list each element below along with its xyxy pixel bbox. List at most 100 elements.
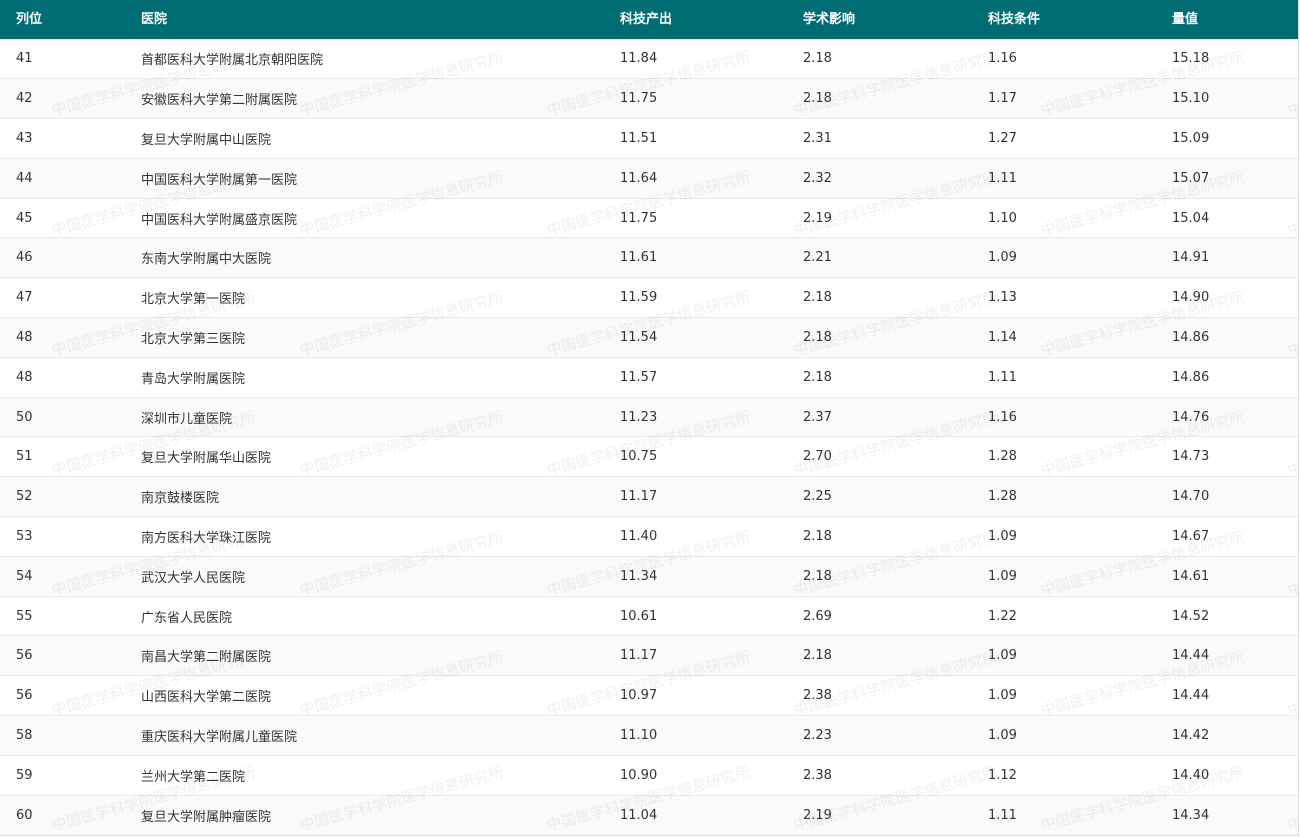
column-header-influence: 学术影响 — [803, 11, 856, 27]
score-cell: 14.86 — [1172, 317, 1298, 358]
sci-conditions-cell: 1.11 — [988, 356, 1172, 398]
academic-influence-cell: 2.69 — [803, 595, 988, 636]
academic-influence-cell: 2.23 — [803, 715, 988, 756]
academic-influence-cell: 2.38 — [803, 675, 988, 716]
table-row: 53 南方医科大学珠江医院 11.40 2.18 1.09 14.67 — [0, 516, 1298, 557]
sci-output-cell: 11.84 — [620, 38, 803, 79]
sci-output-cell: 11.23 — [620, 396, 803, 437]
table-row: 54 武汉大学人民医院 11.34 2.18 1.09 14.61 — [0, 555, 1298, 597]
rank-cell: 58 — [0, 715, 141, 756]
academic-influence-cell: 2.18 — [803, 277, 988, 318]
score-cell: 14.40 — [1172, 754, 1298, 796]
academic-influence-cell: 2.38 — [803, 754, 988, 796]
score-cell: 14.76 — [1172, 396, 1298, 437]
sci-conditions-cell: 1.16 — [988, 38, 1172, 79]
rank-cell: 48 — [0, 356, 141, 398]
column-header-rank: 列位 — [16, 11, 43, 27]
hospital-name-cell: 兰州大学第二医院 — [141, 754, 620, 796]
sci-output-cell: 10.75 — [620, 436, 803, 477]
academic-influence-cell: 2.18 — [803, 555, 988, 597]
sci-conditions-cell: 1.22 — [988, 595, 1172, 636]
sci-conditions-cell: 1.13 — [988, 277, 1172, 318]
sci-output-cell: 11.64 — [620, 157, 803, 199]
sci-output-cell: 11.17 — [620, 476, 803, 517]
table-row: 59 兰州大学第二医院 10.90 2.38 1.12 14.40 — [0, 754, 1298, 796]
sci-output-cell: 11.75 — [620, 197, 803, 238]
table-row: 45 中国医科大学附属盛京医院 11.75 2.19 1.10 15.04 — [0, 197, 1298, 238]
rank-cell: 42 — [0, 78, 141, 119]
ranking-table-container: 列位 医院 科技产出 学术影响 科技条件 量值 41 首都医科大学附属北京朝阳医院 11.84… — [0, 0, 1299, 836]
sci-conditions-cell: 1.11 — [988, 157, 1172, 199]
hospital-name-cell: 中国医科大学附属第一医院 — [141, 157, 620, 199]
sci-conditions-cell: 1.14 — [988, 317, 1172, 358]
rank-cell: 54 — [0, 555, 141, 597]
rank-cell: 51 — [0, 436, 141, 477]
academic-influence-cell: 2.19 — [803, 197, 988, 238]
rank-cell: 60 — [0, 794, 141, 835]
academic-influence-cell: 2.25 — [803, 476, 988, 517]
rank-cell: 52 — [0, 476, 141, 517]
sci-conditions-cell: 1.28 — [988, 476, 1172, 517]
academic-influence-cell: 2.18 — [803, 356, 988, 398]
academic-influence-cell: 2.37 — [803, 396, 988, 437]
sci-output-cell: 11.59 — [620, 277, 803, 318]
hospital-name-cell: 南京鼓楼医院 — [141, 476, 620, 517]
academic-influence-cell: 2.70 — [803, 436, 988, 477]
table-row: 47 北京大学第一医院 11.59 2.18 1.13 14.90 — [0, 277, 1298, 318]
table-row: 51 复旦大学附属华山医院 10.75 2.70 1.28 14.73 — [0, 436, 1298, 477]
rank-cell: 48 — [0, 317, 141, 358]
score-cell: 15.09 — [1172, 118, 1298, 159]
sci-output-cell: 11.57 — [620, 356, 803, 398]
sci-conditions-cell: 1.28 — [988, 436, 1172, 477]
score-cell: 14.44 — [1172, 675, 1298, 716]
rank-cell: 44 — [0, 157, 141, 199]
hospital-name-cell: 山西医科大学第二医院 — [141, 675, 620, 716]
table-row: 60 复旦大学附属肿瘤医院 11.04 2.19 1.11 14.34 — [0, 794, 1298, 835]
sci-output-cell: 11.04 — [620, 794, 803, 835]
score-cell: 15.10 — [1172, 78, 1298, 119]
table-row: 58 重庆医科大学附属儿童医院 11.10 2.23 1.09 14.42 — [0, 715, 1298, 756]
hospital-name-cell: 复旦大学附属中山医院 — [141, 118, 620, 159]
table-row: 48 北京大学第三医院 11.54 2.18 1.14 14.86 — [0, 317, 1298, 358]
column-header-score: 量值 — [1172, 11, 1199, 27]
hospital-name-cell: 复旦大学附属华山医院 — [141, 436, 620, 477]
academic-influence-cell: 2.31 — [803, 118, 988, 159]
hospital-name-cell: 武汉大学人民医院 — [141, 555, 620, 597]
sci-output-cell: 11.61 — [620, 237, 803, 278]
academic-influence-cell: 2.18 — [803, 317, 988, 358]
academic-influence-cell: 2.19 — [803, 794, 988, 835]
hospital-name-cell: 东南大学附属中大医院 — [141, 237, 620, 278]
hospital-name-cell: 复旦大学附属肿瘤医院 — [141, 794, 620, 835]
hospital-name-cell: 安徽医科大学第二附属医院 — [141, 78, 620, 119]
sci-output-cell: 11.17 — [620, 635, 803, 676]
sci-conditions-cell: 1.09 — [988, 516, 1172, 557]
sci-output-cell: 11.34 — [620, 555, 803, 597]
rank-cell: 56 — [0, 635, 141, 676]
sci-conditions-cell: 1.09 — [988, 237, 1172, 278]
sci-conditions-cell: 1.09 — [988, 675, 1172, 716]
hospital-name-cell: 南方医科大学珠江医院 — [141, 516, 620, 557]
score-cell: 14.44 — [1172, 635, 1298, 676]
sci-conditions-cell: 1.09 — [988, 715, 1172, 756]
rank-cell: 55 — [0, 595, 141, 636]
academic-influence-cell: 2.18 — [803, 516, 988, 557]
score-cell: 14.34 — [1172, 794, 1298, 835]
academic-influence-cell: 2.21 — [803, 237, 988, 278]
table-row: 46 东南大学附属中大医院 11.61 2.21 1.09 14.91 — [0, 237, 1298, 278]
sci-output-cell: 11.54 — [620, 317, 803, 358]
score-cell: 14.86 — [1172, 356, 1298, 398]
rank-cell: 43 — [0, 118, 141, 159]
column-header-hospital: 医院 — [141, 11, 168, 27]
sci-output-cell: 11.40 — [620, 516, 803, 557]
table-row: 52 南京鼓楼医院 11.17 2.25 1.28 14.70 — [0, 476, 1298, 517]
table-row: 55 广东省人民医院 10.61 2.69 1.22 14.52 — [0, 595, 1298, 636]
sci-conditions-cell: 1.10 — [988, 197, 1172, 238]
table-row: 44 中国医科大学附属第一医院 11.64 2.32 1.11 15.07 — [0, 157, 1298, 199]
score-cell: 14.70 — [1172, 476, 1298, 517]
score-cell: 14.73 — [1172, 436, 1298, 477]
sci-conditions-cell: 1.09 — [988, 555, 1172, 597]
ranking-table: 列位 医院 科技产出 学术影响 科技条件 量值 41 首都医科大学附属北京朝阳医院 11.84… — [0, 0, 1298, 835]
table-row: 56 山西医科大学第二医院 10.97 2.38 1.09 14.44 — [0, 675, 1298, 716]
sci-output-cell: 11.51 — [620, 118, 803, 159]
score-cell: 14.91 — [1172, 237, 1298, 278]
